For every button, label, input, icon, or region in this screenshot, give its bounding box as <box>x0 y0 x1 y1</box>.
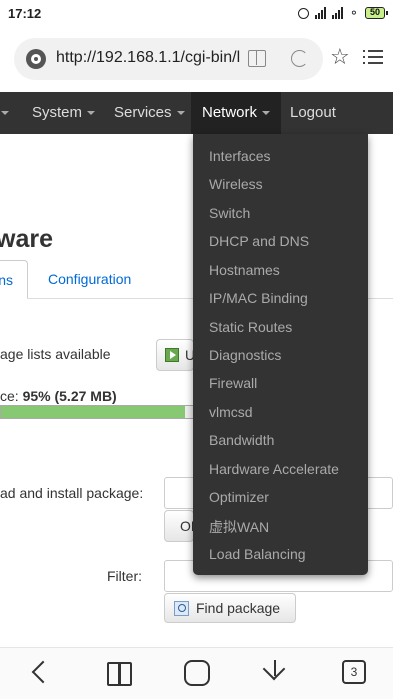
download-install-label: ad and install package: <box>0 485 144 501</box>
nav-item-services[interactable]: Services <box>114 92 185 134</box>
menu-item-ip-mac-binding[interactable]: IP/MAC Binding <box>209 290 308 306</box>
caret-down-icon <box>262 111 271 116</box>
find-package-button[interactable]: Find package <box>164 593 296 623</box>
nav-label: Logout <box>290 104 336 121</box>
caret-down-icon <box>1 111 9 116</box>
page-title: ware <box>0 225 53 253</box>
free-space-bar <box>0 405 196 419</box>
menu-item-dhcp-dns[interactable]: DHCP and DNS <box>209 233 309 249</box>
menu-item-static-routes[interactable]: Static Routes <box>209 319 292 335</box>
find-package-label: Find package <box>196 600 281 616</box>
signal-icon <box>314 7 326 19</box>
menu-item-firewall[interactable]: Firewall <box>209 375 257 391</box>
home-icon[interactable] <box>184 660 210 686</box>
nav-item-hidden[interactable] <box>0 92 10 134</box>
reload-icon[interactable] <box>291 50 308 67</box>
network-dropdown-menu: Interfaces Wireless Switch DHCP and DNS … <box>193 134 368 575</box>
menu-item-switch[interactable]: Switch <box>209 205 250 221</box>
bookmarks-icon[interactable] <box>106 660 132 686</box>
nav-label: Network <box>202 104 258 121</box>
menu-item-optimizer[interactable]: Optimizer <box>209 489 269 505</box>
play-icon <box>165 348 179 362</box>
status-icons: ⚬ 50 <box>297 6 389 20</box>
menu-item-interfaces[interactable]: Interfaces <box>209 148 270 164</box>
signal-icon-2 <box>331 7 343 19</box>
package-lists-label: age lists available <box>0 346 111 362</box>
free-space-label: ce: 95% (5.27 MB) <box>0 388 117 404</box>
back-icon[interactable] <box>26 660 52 686</box>
filter-label: Filter: <box>107 568 142 584</box>
caret-down-icon <box>176 111 185 116</box>
main-navbar: System Services Network Logout <box>0 92 393 134</box>
menu-item-bandwidth[interactable]: Bandwidth <box>209 432 274 448</box>
download-icon[interactable] <box>262 660 288 686</box>
menu-list-icon[interactable] <box>363 50 383 66</box>
nav-item-logout[interactable]: Logout <box>290 92 336 134</box>
menu-item-hardware-accelerate[interactable]: Hardware Accelerate <box>209 461 339 477</box>
reader-mode-icon[interactable] <box>248 50 266 67</box>
menu-item-hostnames[interactable]: Hostnames <box>209 262 280 278</box>
tab-configuration[interactable]: Configuration <box>48 271 131 287</box>
free-space-fill <box>1 406 186 418</box>
ok-button[interactable]: OK <box>164 510 194 542</box>
tabs-count-button[interactable]: 3 <box>342 660 366 684</box>
tab-actions[interactable]: ns <box>0 260 28 299</box>
menu-item-vlmcsd[interactable]: vlmcsd <box>209 404 253 420</box>
menu-item-virtual-wan[interactable]: 虚拟WAN <box>209 517 269 537</box>
update-lists-button[interactable]: Update lists... <box>156 339 194 371</box>
nav-item-network[interactable]: Network <box>191 92 282 134</box>
bookmark-star-icon[interactable]: ☆ <box>330 42 350 72</box>
menu-item-load-balancing[interactable]: Load Balancing <box>209 546 306 562</box>
free-space-value: 95% (5.27 MB) <box>22 388 117 404</box>
magnifier-icon <box>174 601 189 616</box>
menu-item-diagnostics[interactable]: Diagnostics <box>209 347 281 363</box>
free-space-prefix: ce: <box>0 388 23 404</box>
browser-bottom-bar: 3 <box>0 647 393 699</box>
tab-label: ns <box>0 272 13 288</box>
status-bar: 17:12 ⚬ 50 <box>0 0 393 28</box>
alarm-icon <box>297 7 309 19</box>
site-info-icon[interactable] <box>26 49 46 69</box>
nav-item-system[interactable]: System <box>32 92 96 134</box>
browser-toolbar: http://192.168.1.1/cgi-bin/luci/admin/sy… <box>0 28 393 92</box>
nav-label: Services <box>114 104 172 121</box>
nav-label: System <box>32 104 83 121</box>
caret-down-icon <box>87 111 96 116</box>
status-time: 17:12 <box>8 6 42 21</box>
wifi-icon: ⚬ <box>348 6 359 20</box>
url-text[interactable]: http://192.168.1.1/cgi-bin/luci/admin/sy… <box>56 49 240 67</box>
url-bar[interactable]: http://192.168.1.1/cgi-bin/luci/admin/sy… <box>14 38 323 80</box>
menu-item-wireless[interactable]: Wireless <box>209 176 263 192</box>
battery-icon: 50 <box>364 7 389 19</box>
